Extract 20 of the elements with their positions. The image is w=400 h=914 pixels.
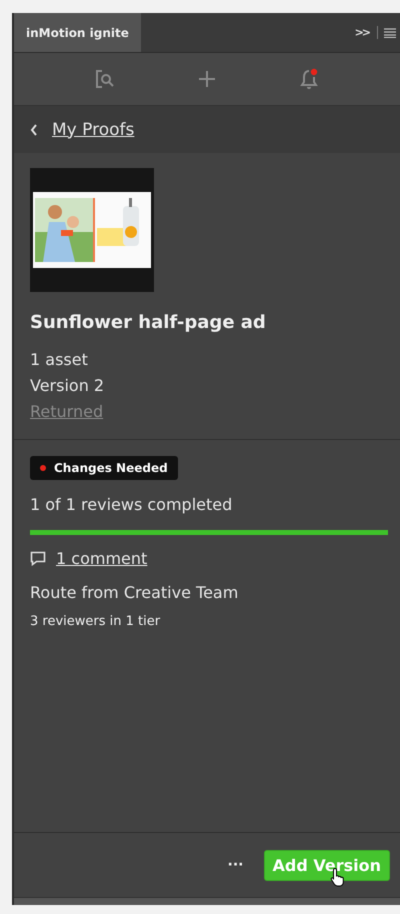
panel-tab[interactable]: inMotion ignite [14, 13, 141, 52]
add-icon[interactable] [198, 70, 216, 88]
status-label: Changes Needed [54, 461, 168, 475]
overflow-button[interactable]: >> [354, 26, 371, 39]
comments-link[interactable]: 1 comment [56, 549, 148, 568]
proof-title: Sunflower half-page ad [30, 312, 266, 333]
reviewers-label: 3 reviewers in 1 tier [30, 614, 160, 629]
resize-grip[interactable] [14, 897, 400, 905]
route-label: Route from Creative Team [30, 582, 238, 604]
thumbnail-frame[interactable] [30, 168, 154, 292]
comment-icon [30, 551, 46, 566]
asset-count: 1 asset [30, 349, 88, 371]
back-icon[interactable] [30, 124, 38, 136]
review-summary: 1 of 1 reviews completed [30, 494, 232, 516]
version-label: Version 2 [30, 375, 104, 397]
my-proofs-link[interactable]: My Proofs [52, 120, 134, 140]
notification-bell-icon[interactable] [298, 68, 319, 90]
search-icon[interactable] [95, 69, 116, 89]
more-button[interactable]: ··· [228, 857, 244, 873]
menu-icon[interactable] [384, 28, 396, 38]
